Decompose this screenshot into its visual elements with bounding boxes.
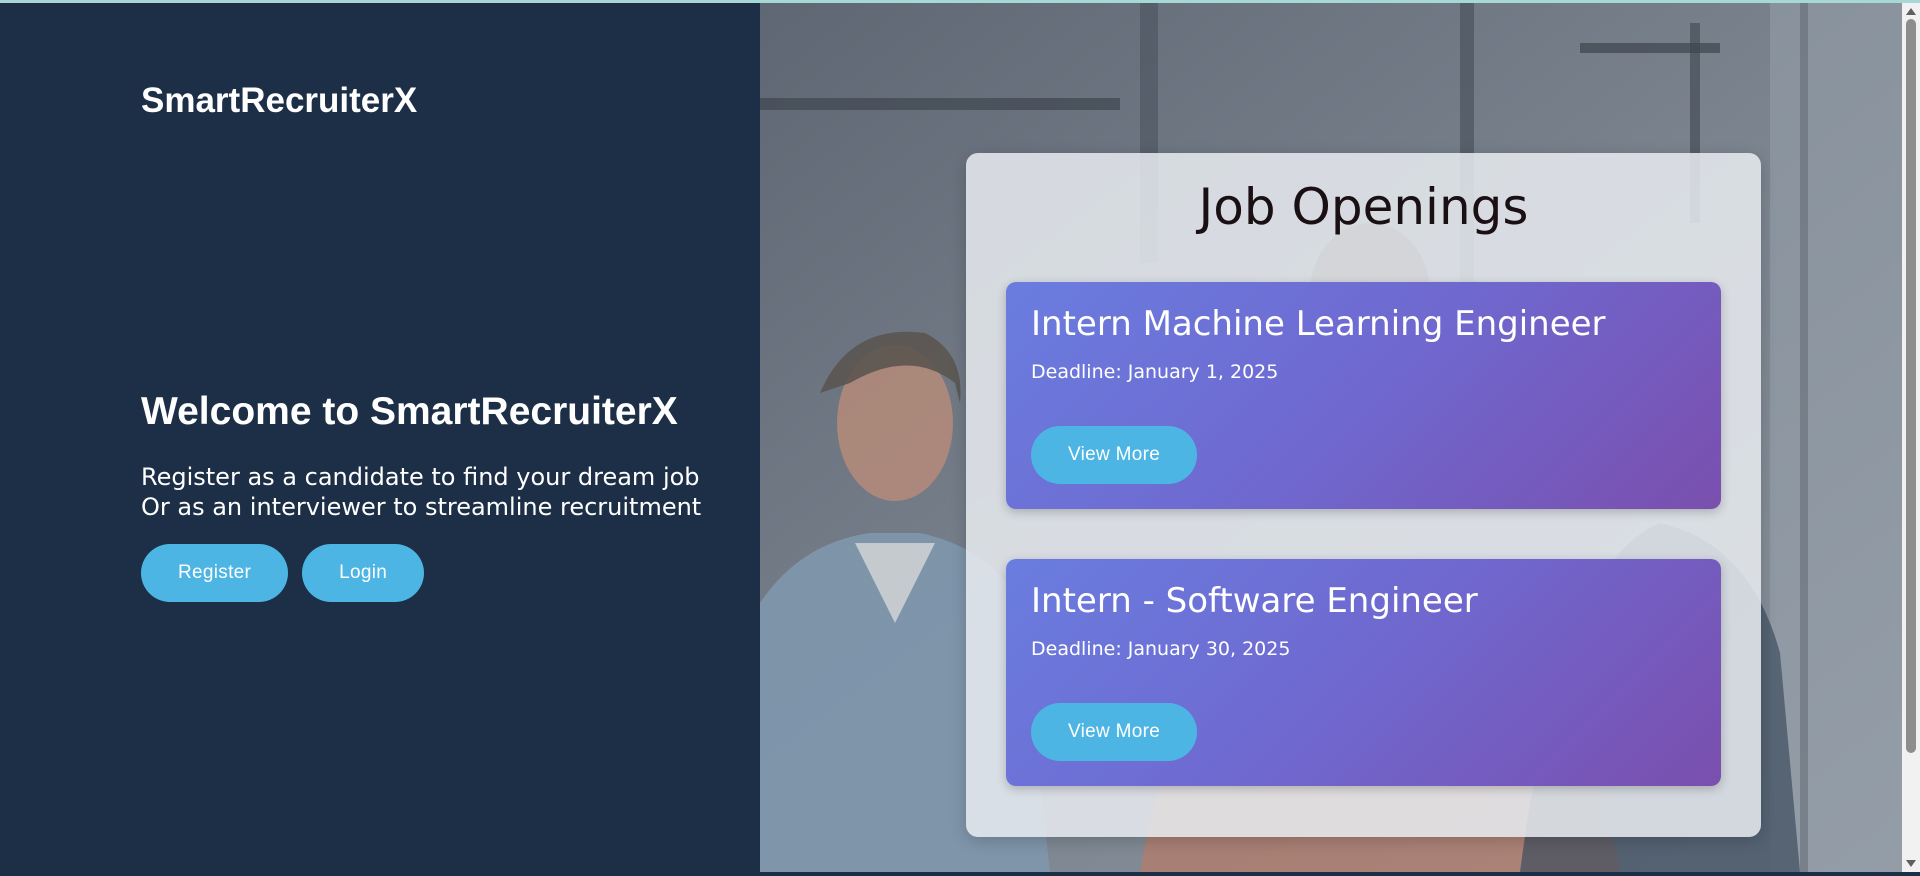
scroll-down-icon[interactable] bbox=[1902, 855, 1920, 872]
hero-panel: SmartRecruiterX Welcome to SmartRecruite… bbox=[0, 3, 760, 872]
job-card: Intern Machine Learning Engineer Deadlin… bbox=[1006, 282, 1721, 509]
login-button[interactable]: Login bbox=[302, 544, 425, 602]
welcome-heading: Welcome to SmartRecruiterX bbox=[141, 390, 678, 433]
scroll-up-icon[interactable] bbox=[1902, 3, 1920, 20]
job-openings-card: Job Openings Intern Machine Learning Eng… bbox=[966, 153, 1761, 837]
hero-subtitle-line-2: Or as an interviewer to streamline recru… bbox=[141, 493, 702, 521]
view-more-button[interactable]: View More bbox=[1031, 703, 1198, 761]
page-scrollbar[interactable] bbox=[1902, 0, 1920, 872]
job-card: Intern - Software Engineer Deadline: Jan… bbox=[1006, 559, 1721, 786]
hero-subtitle: Register as a candidate to find your dre… bbox=[141, 462, 751, 522]
hero-subtitle-line-1: Register as a candidate to find your dre… bbox=[141, 463, 700, 491]
job-deadline: Deadline: January 30, 2025 bbox=[1031, 638, 1291, 660]
brand-logo-text[interactable]: SmartRecruiterX bbox=[141, 81, 417, 121]
job-openings-panel: Job Openings Intern Machine Learning Eng… bbox=[760, 3, 1902, 872]
hero-actions: Register Login bbox=[141, 544, 425, 602]
job-openings-title: Job Openings bbox=[1198, 178, 1529, 236]
scrollbar-thumb[interactable] bbox=[1906, 19, 1916, 753]
job-title: Intern Machine Learning Engineer bbox=[1031, 304, 1606, 344]
job-deadline: Deadline: January 1, 2025 bbox=[1031, 361, 1279, 383]
job-title: Intern - Software Engineer bbox=[1031, 581, 1478, 621]
view-more-button[interactable]: View More bbox=[1031, 426, 1198, 484]
top-accent-line bbox=[0, 0, 1920, 3]
register-button[interactable]: Register bbox=[141, 544, 289, 602]
